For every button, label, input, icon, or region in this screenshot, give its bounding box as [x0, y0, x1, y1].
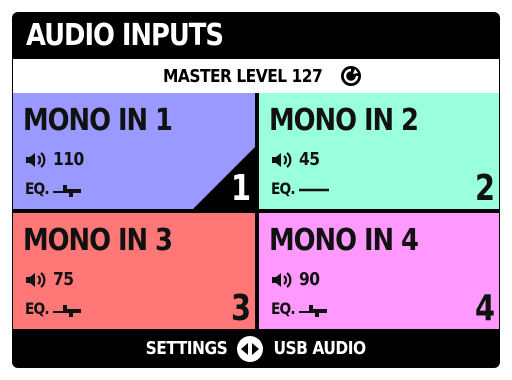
audio-inputs-screen: AUDIO INPUTS MASTER LEVEL 127 MONO IN 1 …: [12, 12, 500, 368]
refresh-icon[interactable]: [340, 65, 362, 87]
input-tile-2[interactable]: MONO IN 2 45 EQ. 2: [259, 93, 499, 209]
master-level-label: MASTER LEVEL 127: [163, 65, 323, 87]
input-tile-4[interactable]: MONO IN 4 90 EQ. 4: [259, 213, 499, 329]
channel-number: 3: [230, 288, 251, 329]
volume-row: 110: [25, 149, 89, 170]
eq-curve-icon: [298, 304, 327, 317]
channel-number: 2: [474, 168, 495, 209]
eq-row: EQ.: [25, 179, 85, 198]
input-name: MONO IN 1: [23, 103, 173, 138]
eq-row: EQ.: [25, 299, 85, 318]
volume-value: 75: [53, 269, 74, 290]
input-tile-1[interactable]: MONO IN 1 110 EQ. 1: [13, 93, 255, 209]
volume-value: 45: [299, 149, 320, 170]
eq-label: EQ.: [271, 179, 296, 198]
channel-number: 1: [230, 168, 251, 209]
eq-flat-icon: [298, 188, 329, 191]
left-right-arrows-icon[interactable]: [236, 335, 264, 363]
channel-number: 4: [474, 288, 495, 329]
speaker-icon: [26, 271, 46, 288]
eq-label: EQ.: [271, 299, 296, 318]
speaker-icon: [272, 151, 292, 168]
input-name: MONO IN 4: [269, 223, 419, 258]
input-tile-3[interactable]: MONO IN 3 75 EQ. 3: [13, 213, 255, 329]
volume-value: 90: [299, 269, 320, 290]
eq-row: EQ.: [271, 179, 331, 198]
input-name: MONO IN 3: [23, 223, 173, 258]
eq-label: EQ.: [25, 299, 50, 318]
speaker-icon: [26, 151, 46, 168]
volume-value: 110: [53, 149, 84, 170]
input-name: MONO IN 2: [269, 103, 419, 138]
master-level-bar[interactable]: MASTER LEVEL 127: [13, 59, 499, 93]
speaker-icon: [272, 271, 292, 288]
eq-curve-icon: [52, 304, 81, 317]
page-title: AUDIO INPUTS: [26, 18, 224, 53]
eq-curve-icon: [52, 184, 81, 197]
usb-audio-label[interactable]: USB AUDIO: [273, 338, 366, 359]
volume-row: 90: [271, 269, 323, 290]
settings-label[interactable]: SETTINGS: [146, 338, 228, 359]
volume-row: 75: [25, 269, 77, 290]
volume-row: 45: [271, 149, 323, 170]
eq-label: EQ.: [25, 179, 50, 198]
input-grid: MONO IN 1 110 EQ. 1 MONO IN 2 45 EQ. 2 M…: [13, 93, 499, 329]
footer-bar: SETTINGS USB AUDIO: [12, 329, 500, 368]
eq-row: EQ.: [271, 299, 331, 318]
